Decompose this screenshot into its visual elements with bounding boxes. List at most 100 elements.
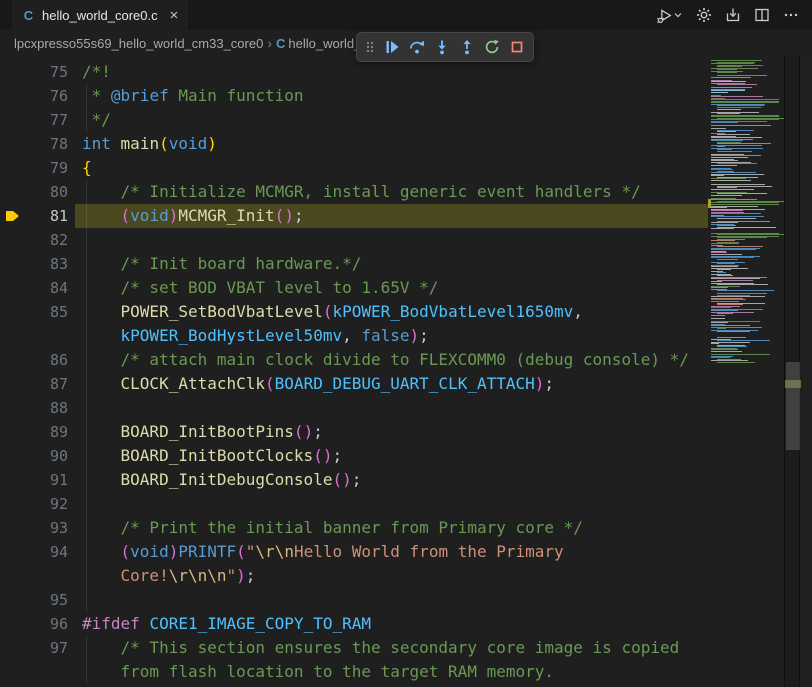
line-number[interactable]: 90 (0, 444, 68, 468)
breadcrumb-folder[interactable]: lpcxpresso55s69_hello_world_cm33_core0 (14, 36, 263, 51)
line-number[interactable]: 96 (0, 612, 68, 636)
vertical-scrollbar[interactable] (784, 56, 800, 687)
line-number[interactable]: 86 (0, 348, 68, 372)
drag-handle-icon[interactable] (361, 34, 379, 60)
code-line[interactable]: 96 #ifdef CORE1_IMAGE_COPY_TO_RAM (0, 612, 708, 636)
line-number[interactable]: 84 (0, 276, 68, 300)
code-line[interactable]: Core!\r\n\n"); (0, 564, 708, 588)
debug-step-out-icon[interactable] (454, 34, 479, 60)
minimap[interactable] (708, 56, 784, 687)
code-line[interactable]: 84 /* set BOD VBAT level to 1.65V */ (0, 276, 708, 300)
debug-stop-icon[interactable] (504, 34, 529, 60)
code-rows: 75/*!76 * @brief Main function77 */78int… (0, 60, 708, 684)
line-number[interactable]: 79 (0, 156, 68, 180)
editor-actions (652, 0, 802, 30)
more-actions-icon[interactable] (780, 4, 802, 26)
code-line[interactable]: kPOWER_BodHystLevel50mv, false); (0, 324, 708, 348)
tab-hello-world-core0[interactable]: C hello_world_core0.c × (12, 0, 189, 30)
code-text: POWER_SetBodVbatLevel(kPOWER_BodVbatLeve… (82, 300, 708, 324)
code-line[interactable]: 88 (0, 396, 708, 420)
code-line[interactable]: 80 /* Initialize MCMGR, install generic … (0, 180, 708, 204)
editor-right-edge (801, 56, 812, 687)
code-text: int main(void) (82, 132, 708, 156)
code-editor: 75/*!76 * @brief Main function77 */78int… (0, 56, 708, 687)
code-text: BOARD_InitBootClocks(); (82, 444, 708, 468)
minimap-content (710, 60, 782, 363)
code-text: (void)PRINTF("\r\nHello World from the P… (82, 540, 708, 564)
line-number[interactable]: 94 (0, 540, 68, 564)
chevron-down-icon (674, 11, 682, 19)
code-text: BOARD_InitDebugConsole(); (82, 468, 708, 492)
run-or-debug-button[interactable] (652, 4, 686, 26)
settings-gear-icon[interactable] (693, 4, 715, 26)
code-line[interactable]: 78 int main(void) (0, 132, 708, 156)
code-line[interactable]: 94 (void)PRINTF("\r\nHello World from th… (0, 540, 708, 564)
line-number[interactable]: 83 (0, 252, 68, 276)
code-text: #ifdef CORE1_IMAGE_COPY_TO_RAM (82, 612, 708, 636)
code-text: /*! (82, 60, 708, 84)
debug-restart-icon[interactable] (479, 34, 504, 60)
code-line[interactable]: 75 /*! (0, 60, 708, 84)
code-line[interactable]: 77 */ (0, 108, 708, 132)
vscode-window: C hello_world_core0.c × (0, 0, 812, 687)
code-text: /* attach main clock divide to FLEXCOMM0… (82, 348, 708, 372)
code-text: /* Initialize MCMGR, install generic eve… (82, 180, 708, 204)
line-number[interactable]: 88 (0, 396, 68, 420)
breadcrumb: lpcxpresso55s69_hello_world_cm33_core0 ›… (14, 30, 356, 56)
code-line[interactable]: 87 CLOCK_AttachClk(BOARD_DEBUG_UART_CLK_… (0, 372, 708, 396)
indent-guide (86, 228, 87, 252)
code-line[interactable]: 93 /* Print the initial banner from Prim… (0, 516, 708, 540)
code-line[interactable]: 86 /* attach main clock divide to FLEXCO… (0, 348, 708, 372)
code-text: * @brief Main function (82, 84, 708, 108)
tab-label: hello_world_core0.c (42, 8, 158, 23)
code-line[interactable]: 76 * @brief Main function (0, 84, 708, 108)
install-download-icon[interactable] (722, 4, 744, 26)
code-text: (void)MCMGR_Init(); (82, 204, 708, 228)
line-number[interactable]: 80 (0, 180, 68, 204)
code-text: */ (82, 108, 708, 132)
split-editor-icon[interactable] (751, 4, 773, 26)
code-line[interactable]: from flash location to the target RAM me… (0, 660, 708, 684)
line-number[interactable]: 87 (0, 372, 68, 396)
breadcrumb-file[interactable]: hello_world_core0.c (288, 36, 356, 51)
code-line[interactable]: 81 (void)MCMGR_Init(); (0, 204, 708, 228)
tab-close-icon[interactable]: × (170, 8, 179, 23)
debug-step-into-icon[interactable] (429, 34, 454, 60)
indent-guide (86, 396, 87, 420)
code-line[interactable]: 95 (0, 588, 708, 612)
line-number[interactable]: 97 (0, 636, 68, 660)
line-number[interactable]: 92 (0, 492, 68, 516)
code-line[interactable]: 79 { (0, 156, 708, 180)
minimap-current-line-marker (708, 199, 711, 208)
run-debug-icon (656, 7, 673, 24)
line-number[interactable]: 77 (0, 108, 68, 132)
line-number[interactable]: 89 (0, 420, 68, 444)
line-number[interactable]: 75 (0, 60, 68, 84)
code-line[interactable]: 91 BOARD_InitDebugConsole(); (0, 468, 708, 492)
code-line[interactable]: 90 BOARD_InitBootClocks(); (0, 444, 708, 468)
line-number[interactable]: 82 (0, 228, 68, 252)
line-number[interactable]: 76 (0, 84, 68, 108)
debug-current-line-arrow-icon (5, 208, 20, 224)
line-number[interactable]: 91 (0, 468, 68, 492)
line-number[interactable]: 78 (0, 132, 68, 156)
line-number[interactable]: 85 (0, 300, 68, 324)
debug-toolbar (356, 32, 534, 62)
line-number[interactable]: 93 (0, 516, 68, 540)
c-file-icon: C (21, 8, 36, 23)
code-text: from flash location to the target RAM me… (82, 660, 708, 684)
debug-step-over-icon[interactable] (404, 34, 429, 60)
scrollbar-thumb[interactable] (786, 362, 800, 450)
code-line[interactable]: 92 (0, 492, 708, 516)
debug-continue-icon[interactable] (379, 34, 404, 60)
code-line[interactable]: 89 BOARD_InitBootPins(); (0, 420, 708, 444)
code-line[interactable]: 82 (0, 228, 708, 252)
code-text: { (82, 156, 708, 180)
code-line[interactable]: 97 /* This section ensures the secondary… (0, 636, 708, 660)
indent-guide (86, 492, 87, 516)
code-text: /* Init board hardware.*/ (82, 252, 708, 276)
line-number[interactable]: 95 (0, 588, 68, 612)
breadcrumb-separator-icon: › (267, 35, 272, 51)
code-line[interactable]: 85 POWER_SetBodVbatLevel(kPOWER_BodVbatL… (0, 300, 708, 324)
code-line[interactable]: 83 /* Init board hardware.*/ (0, 252, 708, 276)
